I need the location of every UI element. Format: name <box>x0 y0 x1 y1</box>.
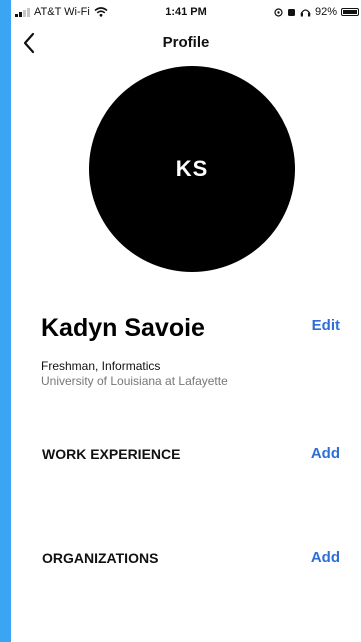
profile-screen: AT&T Wi-Fi 1:41 PM 92% Profile KS Kadyn … <box>11 0 361 642</box>
alarm-icon <box>287 8 295 16</box>
headphones-icon <box>300 8 311 16</box>
add-organization-button[interactable]: Add <box>311 549 340 566</box>
page-title: Profile <box>162 34 210 51</box>
university-name: University of Louisiana at Lafayette <box>41 374 228 388</box>
work-experience-heading: WORK EXPERIENCE <box>42 446 181 462</box>
add-work-experience-button[interactable]: Add <box>311 445 340 462</box>
profile-name: Kadyn Savoie <box>41 314 205 342</box>
location-icon <box>274 7 283 17</box>
battery-icon <box>341 8 359 16</box>
standing-major: Freshman, Informatics <box>41 359 161 373</box>
battery-percent: 92% <box>314 6 337 18</box>
avatar: KS <box>89 66 295 272</box>
organizations-heading: ORGANIZATIONS <box>42 550 159 566</box>
edit-button[interactable]: Edit <box>312 317 340 334</box>
status-bar: AT&T Wi-Fi 1:41 PM 92% <box>11 0 361 26</box>
navigation-bar: Profile <box>11 26 361 62</box>
status-right: 92% <box>274 6 359 18</box>
avatar-initials: KS <box>175 156 209 181</box>
